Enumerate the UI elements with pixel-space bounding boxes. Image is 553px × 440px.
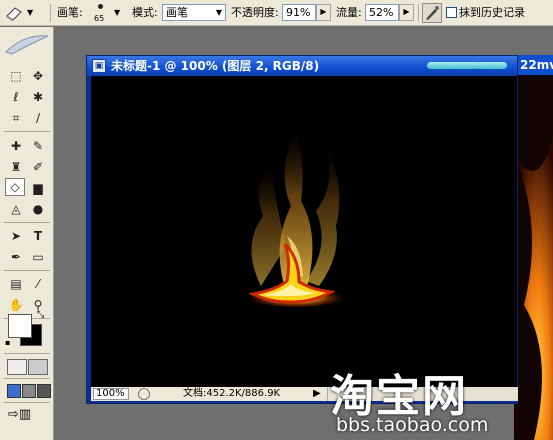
document-canvas[interactable] xyxy=(91,76,517,387)
quick-mask-mode-icon[interactable] xyxy=(28,359,48,375)
chevron-down-icon: ▼ xyxy=(215,8,222,17)
brush-label: 画笔: xyxy=(57,6,83,19)
brush-dropdown-arrow[interactable]: ▼ xyxy=(114,0,120,26)
status-menu-arrow[interactable]: ▶ xyxy=(313,387,321,401)
gradient-tool-icon[interactable]: ▆ xyxy=(28,179,48,197)
mode-value: 画笔 xyxy=(166,6,188,19)
flow-slider-button[interactable]: ▶ xyxy=(399,4,414,21)
eraser-tool-preset-icon[interactable] xyxy=(4,0,26,26)
separator xyxy=(4,353,50,354)
preset-dropdown-arrow[interactable]: ▼ xyxy=(27,0,33,26)
rectangle-tool-icon[interactable]: ▭ xyxy=(28,248,48,266)
history-checkbox[interactable] xyxy=(446,7,457,18)
hand-tool-icon[interactable]: ✋ xyxy=(6,296,26,314)
document-size-info: 文档:452.2K/886.9K xyxy=(183,388,281,399)
eraser-tool-icon[interactable]: ◇ xyxy=(5,178,25,196)
status-icon[interactable] xyxy=(138,388,150,400)
screen-mode-full-menu-icon[interactable] xyxy=(22,384,36,398)
flame-artwork xyxy=(248,131,344,308)
default-colors-icon[interactable]: ▪ xyxy=(5,338,10,347)
document-window: ▣ 未标题-1 @ 100% (图层 2, RGB/8) 100% 文档:452… xyxy=(86,55,518,404)
blur-tool-icon[interactable]: ◬ xyxy=(6,200,26,218)
opacity-input[interactable]: 91% xyxy=(282,4,316,21)
background-document-window: 22mv xyxy=(514,55,553,440)
separator xyxy=(4,270,50,271)
brush-tool-icon[interactable]: ✎ xyxy=(28,137,48,155)
dodge-tool-icon[interactable]: ● xyxy=(28,200,48,218)
opacity-label: 不透明度: xyxy=(231,6,279,19)
brush-size-value: 65 xyxy=(94,14,105,23)
close-button[interactable] xyxy=(477,62,507,69)
document-icon[interactable]: ▣ xyxy=(92,59,106,73)
separator xyxy=(418,4,419,22)
move-tool-icon[interactable]: ✥ xyxy=(28,67,48,85)
airbrush-icon xyxy=(426,6,439,20)
history-brush-tool-icon[interactable]: ✐ xyxy=(28,158,48,176)
separator xyxy=(50,4,51,22)
magic-wand-tool-icon[interactable]: ✱ xyxy=(28,88,48,106)
pen-tool-icon[interactable]: ✒ xyxy=(6,248,26,266)
clone-stamp-tool-icon[interactable]: ♜ xyxy=(6,158,26,176)
jump-to-imageready-icon[interactable]: ⇨▥ xyxy=(8,407,31,422)
lasso-tool-icon[interactable]: ℓ xyxy=(6,88,26,106)
history-label: 抹到历史记录 xyxy=(459,6,525,19)
slice-tool-icon[interactable]: ∕ xyxy=(28,109,48,127)
healing-brush-tool-icon[interactable]: ✚ xyxy=(6,137,26,155)
feather-logo-icon xyxy=(4,32,50,58)
flow-label: 流量: xyxy=(336,6,362,19)
document-title-bar[interactable]: ▣ 未标题-1 @ 100% (图层 2, RGB/8) xyxy=(87,56,517,76)
separator xyxy=(4,222,50,223)
zoom-field[interactable]: 100% xyxy=(93,388,129,400)
mode-select[interactable]: 画笔 ▼ xyxy=(162,4,226,21)
screen-mode-full-icon[interactable] xyxy=(37,384,51,398)
opacity-slider-button[interactable]: ▶ xyxy=(316,4,331,21)
eyedropper-tool-icon[interactable]: ⁄ xyxy=(28,275,48,293)
foreground-color-swatch-top[interactable] xyxy=(8,314,32,338)
toolbox: ⬚ ✥ ℓ ✱ ⌗ ∕ ✚ ✎ ♜ ✐ ◇ ▆ ◬ ● ➤ T ✒ ▭ ▤ ⁄ … xyxy=(0,27,54,440)
brush-preview[interactable]: 65 xyxy=(90,0,112,26)
background-window-title[interactable]: 22mv xyxy=(514,55,553,75)
screen-mode-standard-icon[interactable] xyxy=(7,384,21,398)
swap-colors-icon[interactable]: ⤡ xyxy=(37,310,44,320)
separator xyxy=(4,402,50,403)
type-tool-icon[interactable]: T xyxy=(28,227,48,245)
background-flame-image xyxy=(514,75,553,440)
mode-label: 模式: xyxy=(132,6,158,19)
crop-tool-icon[interactable]: ⌗ xyxy=(6,109,26,127)
path-selection-tool-icon[interactable]: ➤ xyxy=(6,227,26,245)
document-title: 未标题-1 @ 100% (图层 2, RGB/8) xyxy=(111,59,320,73)
notes-tool-icon[interactable]: ▤ xyxy=(6,275,26,293)
standard-mode-icon[interactable] xyxy=(7,359,27,375)
separator xyxy=(4,378,50,379)
options-bar: ▼ 画笔: 65 ▼ 模式: 画笔 ▼ 不透明度: 91% ▶ 流量: 52% … xyxy=(0,0,553,26)
watermark-url: bbs.taobao.com xyxy=(336,414,489,436)
airbrush-toggle[interactable] xyxy=(422,3,442,23)
marquee-tool-icon[interactable]: ⬚ xyxy=(6,67,26,85)
flow-input[interactable]: 52% xyxy=(365,4,399,21)
separator xyxy=(4,131,50,132)
